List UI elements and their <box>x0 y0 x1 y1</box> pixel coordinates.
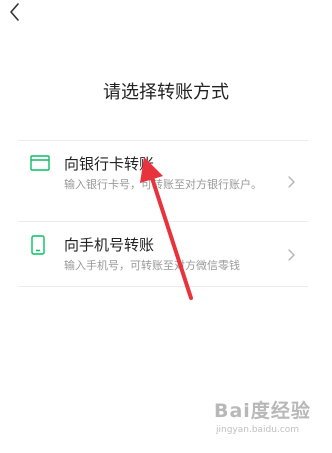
red-arrow-icon <box>140 157 193 300</box>
watermark: Bai度经验 jingyan.baidu.com <box>214 396 324 442</box>
watermark-logo: Bai度经验 <box>214 400 311 422</box>
watermark-url: jingyan.baidu.com <box>216 425 300 435</box>
